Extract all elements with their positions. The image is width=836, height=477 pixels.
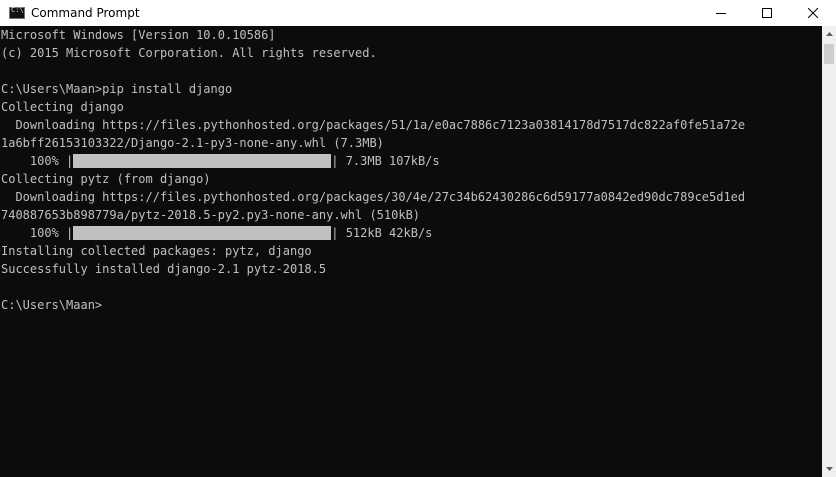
console-line: Collecting django xyxy=(1,100,124,114)
minimize-icon xyxy=(716,13,726,14)
scroll-down-button[interactable] xyxy=(822,461,836,477)
console-output[interactable]: Microsoft Windows [Version 10.0.10586] (… xyxy=(0,26,822,477)
maximize-button[interactable] xyxy=(744,0,790,26)
cmd-console-icon[interactable] xyxy=(9,6,25,19)
progress-line-django: 100% | | 7.3MB 107kB/s xyxy=(0,152,822,170)
console-line: Microsoft Windows [Version 10.0.10586] xyxy=(1,28,276,42)
window-controls xyxy=(698,0,836,26)
progress-bar-pytz xyxy=(73,226,332,240)
console-line: Downloading https://files.pythonhosted.o… xyxy=(1,118,746,132)
arrow-up-icon xyxy=(825,32,833,36)
console-line: 1a6bff26153103322/Django-2.1-py3-none-an… xyxy=(1,136,384,150)
progress-percent: 100% | xyxy=(1,226,74,240)
console-line: Successfully installed django-2.1 pytz-2… xyxy=(1,262,327,276)
scroll-thumb[interactable] xyxy=(824,44,834,64)
console-line: (c) 2015 Microsoft Corporation. All righ… xyxy=(1,46,377,60)
arrow-down-icon xyxy=(825,467,833,471)
close-button[interactable] xyxy=(790,0,836,26)
close-icon xyxy=(808,8,818,18)
progress-line-pytz: 100% | | 512kB 42kB/s xyxy=(0,224,822,242)
progress-stats: | 512kB 42kB/s xyxy=(331,226,433,240)
console-line: Downloading https://files.pythonhosted.o… xyxy=(1,190,746,204)
console-line: Collecting pytz (from django) xyxy=(1,172,211,186)
scroll-up-button[interactable] xyxy=(822,26,836,42)
progress-stats: | 7.3MB 107kB/s xyxy=(331,154,440,168)
title-bar[interactable]: Command Prompt xyxy=(0,0,836,26)
window-title: Command Prompt xyxy=(31,6,140,20)
progress-percent: 100% | xyxy=(1,154,74,168)
console-command-line: C:\Users\Maan>pip install django xyxy=(1,82,233,96)
minimize-button[interactable] xyxy=(698,0,744,26)
console-prompt[interactable]: C:\Users\Maan> xyxy=(0,296,822,314)
maximize-icon xyxy=(762,8,772,18)
command-prompt-window: Command Prompt Microsoft Windows [Versi xyxy=(0,0,836,477)
console-line: 740887653b898779a/pytz-2018.5-py2.py3-no… xyxy=(1,208,421,222)
console-line: Installing collected packages: pytz, dja… xyxy=(1,244,312,258)
progress-bar-django xyxy=(73,154,332,168)
vertical-scrollbar[interactable] xyxy=(822,26,836,477)
